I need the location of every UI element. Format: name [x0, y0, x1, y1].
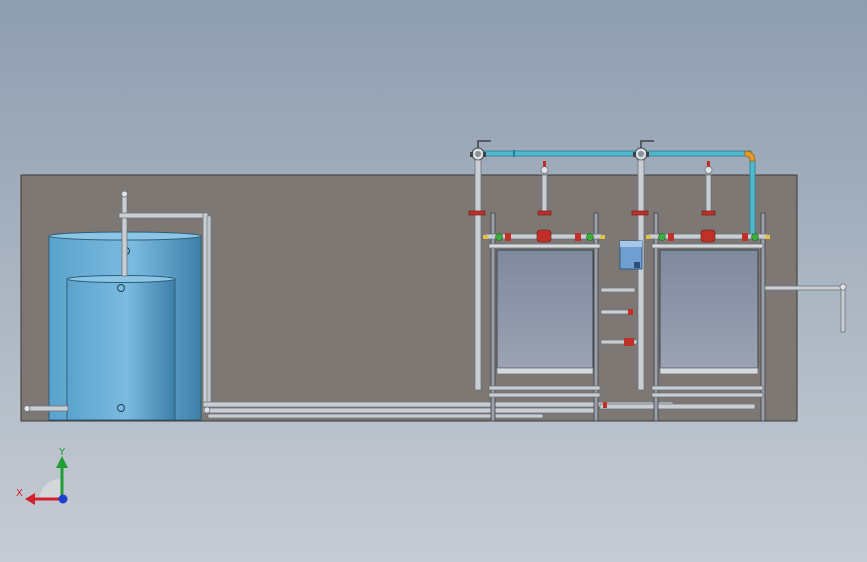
- tank-outlet-pipe[interactable]: [23, 405, 69, 412]
- triad-y-label: Y: [58, 447, 66, 458]
- cad-viewport[interactable]: Y X: [0, 0, 867, 562]
- model-view[interactable]: Y X: [0, 0, 867, 562]
- dosing-box[interactable]: [619, 240, 643, 270]
- manifold-valve-1[interactable]: [470, 140, 491, 161]
- triad-x-arrowhead: [25, 493, 35, 505]
- coordinate-triad[interactable]: Y X: [16, 447, 68, 505]
- triad-x-label: X: [16, 488, 23, 499]
- manifold-valve-2[interactable]: [633, 140, 654, 161]
- filter-unit-2[interactable]: [646, 212, 770, 422]
- storage-tank-front[interactable]: [66, 275, 176, 421]
- triad-z-axis: [58, 494, 68, 504]
